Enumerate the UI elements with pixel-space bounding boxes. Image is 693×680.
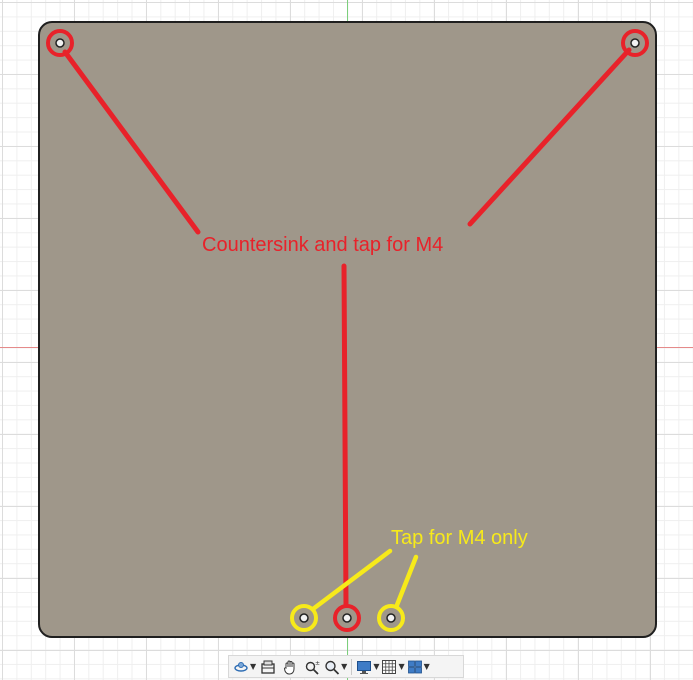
viewports-button[interactable]: ▼ bbox=[407, 657, 430, 677]
look-at-button[interactable] bbox=[258, 657, 278, 677]
countersink-hole-top-left[interactable] bbox=[46, 29, 74, 57]
grid-menu-caret[interactable]: ▼ bbox=[398, 662, 404, 671]
grid-icon bbox=[382, 659, 397, 674]
tap-only-label: Tap for M4 only bbox=[391, 527, 528, 549]
display-settings-button[interactable]: ▼ bbox=[356, 657, 379, 677]
countersink-hole-bottom-center[interactable] bbox=[333, 604, 361, 632]
fit-zoom-icon bbox=[325, 660, 340, 675]
navigation-toolbar: ▼ ± ▼ ▼ ▼ ▼ bbox=[228, 655, 464, 678]
viewports-menu-caret[interactable]: ▼ bbox=[424, 662, 430, 671]
orbit-icon bbox=[234, 661, 248, 672]
leader-line-tap-left bbox=[310, 548, 393, 612]
zoom-button[interactable]: ± bbox=[302, 657, 322, 677]
look-at-icon bbox=[261, 660, 275, 674]
grid-settings-button[interactable]: ▼ bbox=[381, 657, 405, 677]
tap-hole-bottom-right[interactable] bbox=[377, 604, 405, 632]
tap-hole-bottom-left[interactable] bbox=[290, 604, 318, 632]
countersink-hole-top-right[interactable] bbox=[621, 29, 649, 57]
pan-button[interactable] bbox=[280, 657, 300, 677]
toolbar-separator bbox=[351, 658, 353, 675]
zoom-icon: ± bbox=[305, 660, 320, 675]
leader-line-top-left bbox=[62, 49, 201, 235]
annotation-overlay bbox=[46, 29, 649, 632]
leader-line-top-right bbox=[467, 47, 632, 227]
leader-line-tap-right bbox=[394, 554, 419, 608]
leader-line-bottom-center bbox=[341, 263, 349, 608]
fit-zoom-menu-caret[interactable]: ▼ bbox=[341, 662, 347, 671]
orbit-menu-caret[interactable]: ▼ bbox=[250, 662, 256, 671]
countersink-tap-label: Countersink and tap for M4 bbox=[202, 234, 444, 256]
display-settings-menu-caret[interactable]: ▼ bbox=[373, 662, 379, 671]
orbit-button[interactable]: ▼ bbox=[233, 657, 256, 677]
viewports-icon bbox=[407, 660, 422, 673]
display-settings-icon bbox=[357, 660, 372, 674]
svg-text:±: ± bbox=[315, 660, 320, 667]
fit-zoom-button[interactable]: ▼ bbox=[324, 657, 347, 677]
pan-hand-icon bbox=[284, 660, 295, 674]
